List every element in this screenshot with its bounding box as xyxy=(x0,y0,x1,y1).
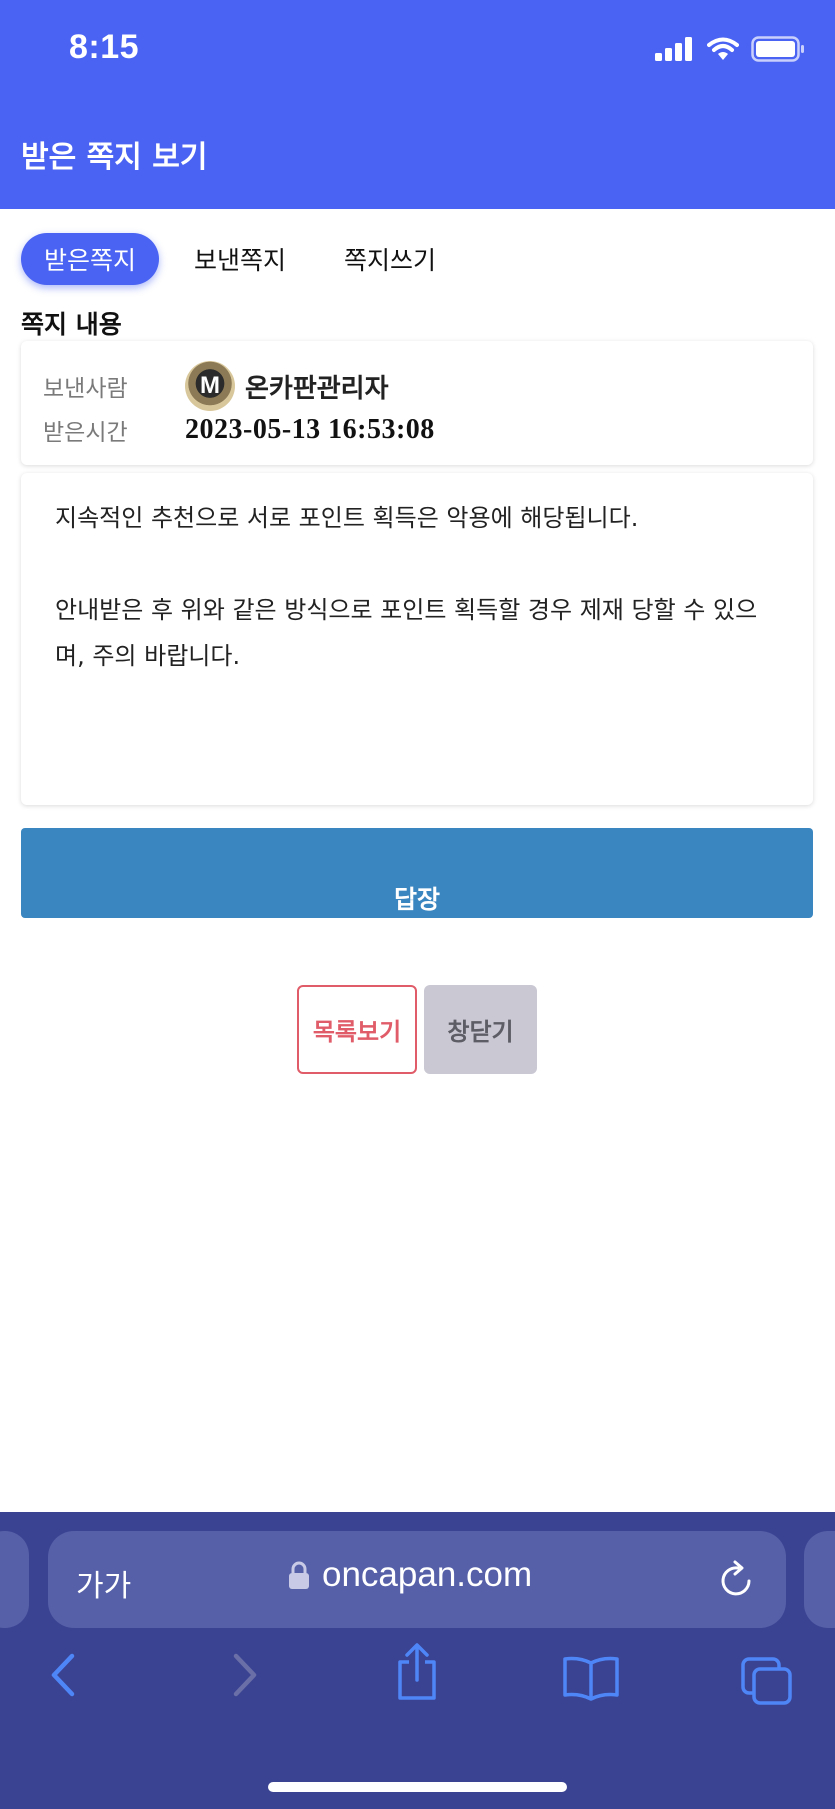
battery-icon xyxy=(751,36,804,62)
home-indicator xyxy=(268,1782,567,1792)
message-body: 지속적인 추천으로 서로 포인트 획득은 악용에 해당됩니다. 안내받은 후 위… xyxy=(21,473,813,805)
message-tabs: 받은쪽지 보낸쪽지 쪽지쓰기 xyxy=(21,233,471,285)
section-title: 쪽지 내용 xyxy=(21,310,122,339)
top-bar: 8:15 받은 쪽지 보기 xyxy=(0,0,835,209)
bookmarks-icon[interactable] xyxy=(562,1655,620,1701)
url-text: oncapan.com xyxy=(322,1555,533,1594)
message-line: 안내받은 후 위와 같은 방식으로 포인트 획득할 경우 제재 당할 수 있으 xyxy=(55,596,758,624)
time-label: 받은시간 xyxy=(43,420,128,446)
wifi-icon xyxy=(707,37,739,60)
sender-avatar: M xyxy=(185,361,235,411)
reply-button[interactable]: 답장 xyxy=(21,828,813,918)
back-icon[interactable] xyxy=(48,1652,80,1698)
status-time: 8:15 xyxy=(69,28,140,66)
sender-name[interactable]: 온카판관리자 xyxy=(245,368,389,405)
tab-sent[interactable]: 보낸쪽지 xyxy=(171,233,309,285)
info-card: 보낸사람 M 온카판관리자 받은시간 2023-05-13 16:53:08 xyxy=(21,341,813,465)
reload-icon[interactable] xyxy=(716,1559,756,1601)
text-size-button[interactable]: 가가 xyxy=(76,1561,131,1605)
lock-icon xyxy=(289,1561,309,1589)
list-button[interactable]: 목록보기 xyxy=(297,985,417,1074)
url-display[interactable]: oncapan.com xyxy=(288,1555,532,1595)
address-bar[interactable]: 가가 oncapan.com xyxy=(48,1531,786,1628)
tabs-icon[interactable] xyxy=(740,1656,794,1706)
message-line xyxy=(55,541,779,587)
signal-icon xyxy=(655,37,692,61)
next-tab-preview[interactable] xyxy=(804,1531,835,1628)
browser-toolbar: 가가 oncapan.com xyxy=(0,1512,835,1809)
tab-compose[interactable]: 쪽지쓰기 xyxy=(321,233,459,285)
previous-tab-preview[interactable] xyxy=(0,1531,29,1628)
message-line: 지속적인 추천으로 서로 포인트 획득은 악용에 해당됩니다. xyxy=(55,504,639,532)
close-window-button[interactable]: 창닫기 xyxy=(424,985,537,1074)
received-time: 2023-05-13 16:53:08 xyxy=(185,414,435,445)
tab-received[interactable]: 받은쪽지 xyxy=(21,233,160,285)
status-icons xyxy=(655,36,805,62)
share-icon[interactable] xyxy=(392,1642,442,1702)
sender-row: 보낸사람 M 온카판관리자 xyxy=(43,361,389,411)
sender-label: 보낸사람 xyxy=(43,376,128,402)
forward-icon[interactable] xyxy=(228,1652,260,1698)
page-title: 받은 쪽지 보기 xyxy=(21,140,208,175)
time-row: 받은시간 2023-05-13 16:53:08 xyxy=(43,413,435,447)
message-line: 며, 주의 바랍니다. xyxy=(55,642,241,670)
